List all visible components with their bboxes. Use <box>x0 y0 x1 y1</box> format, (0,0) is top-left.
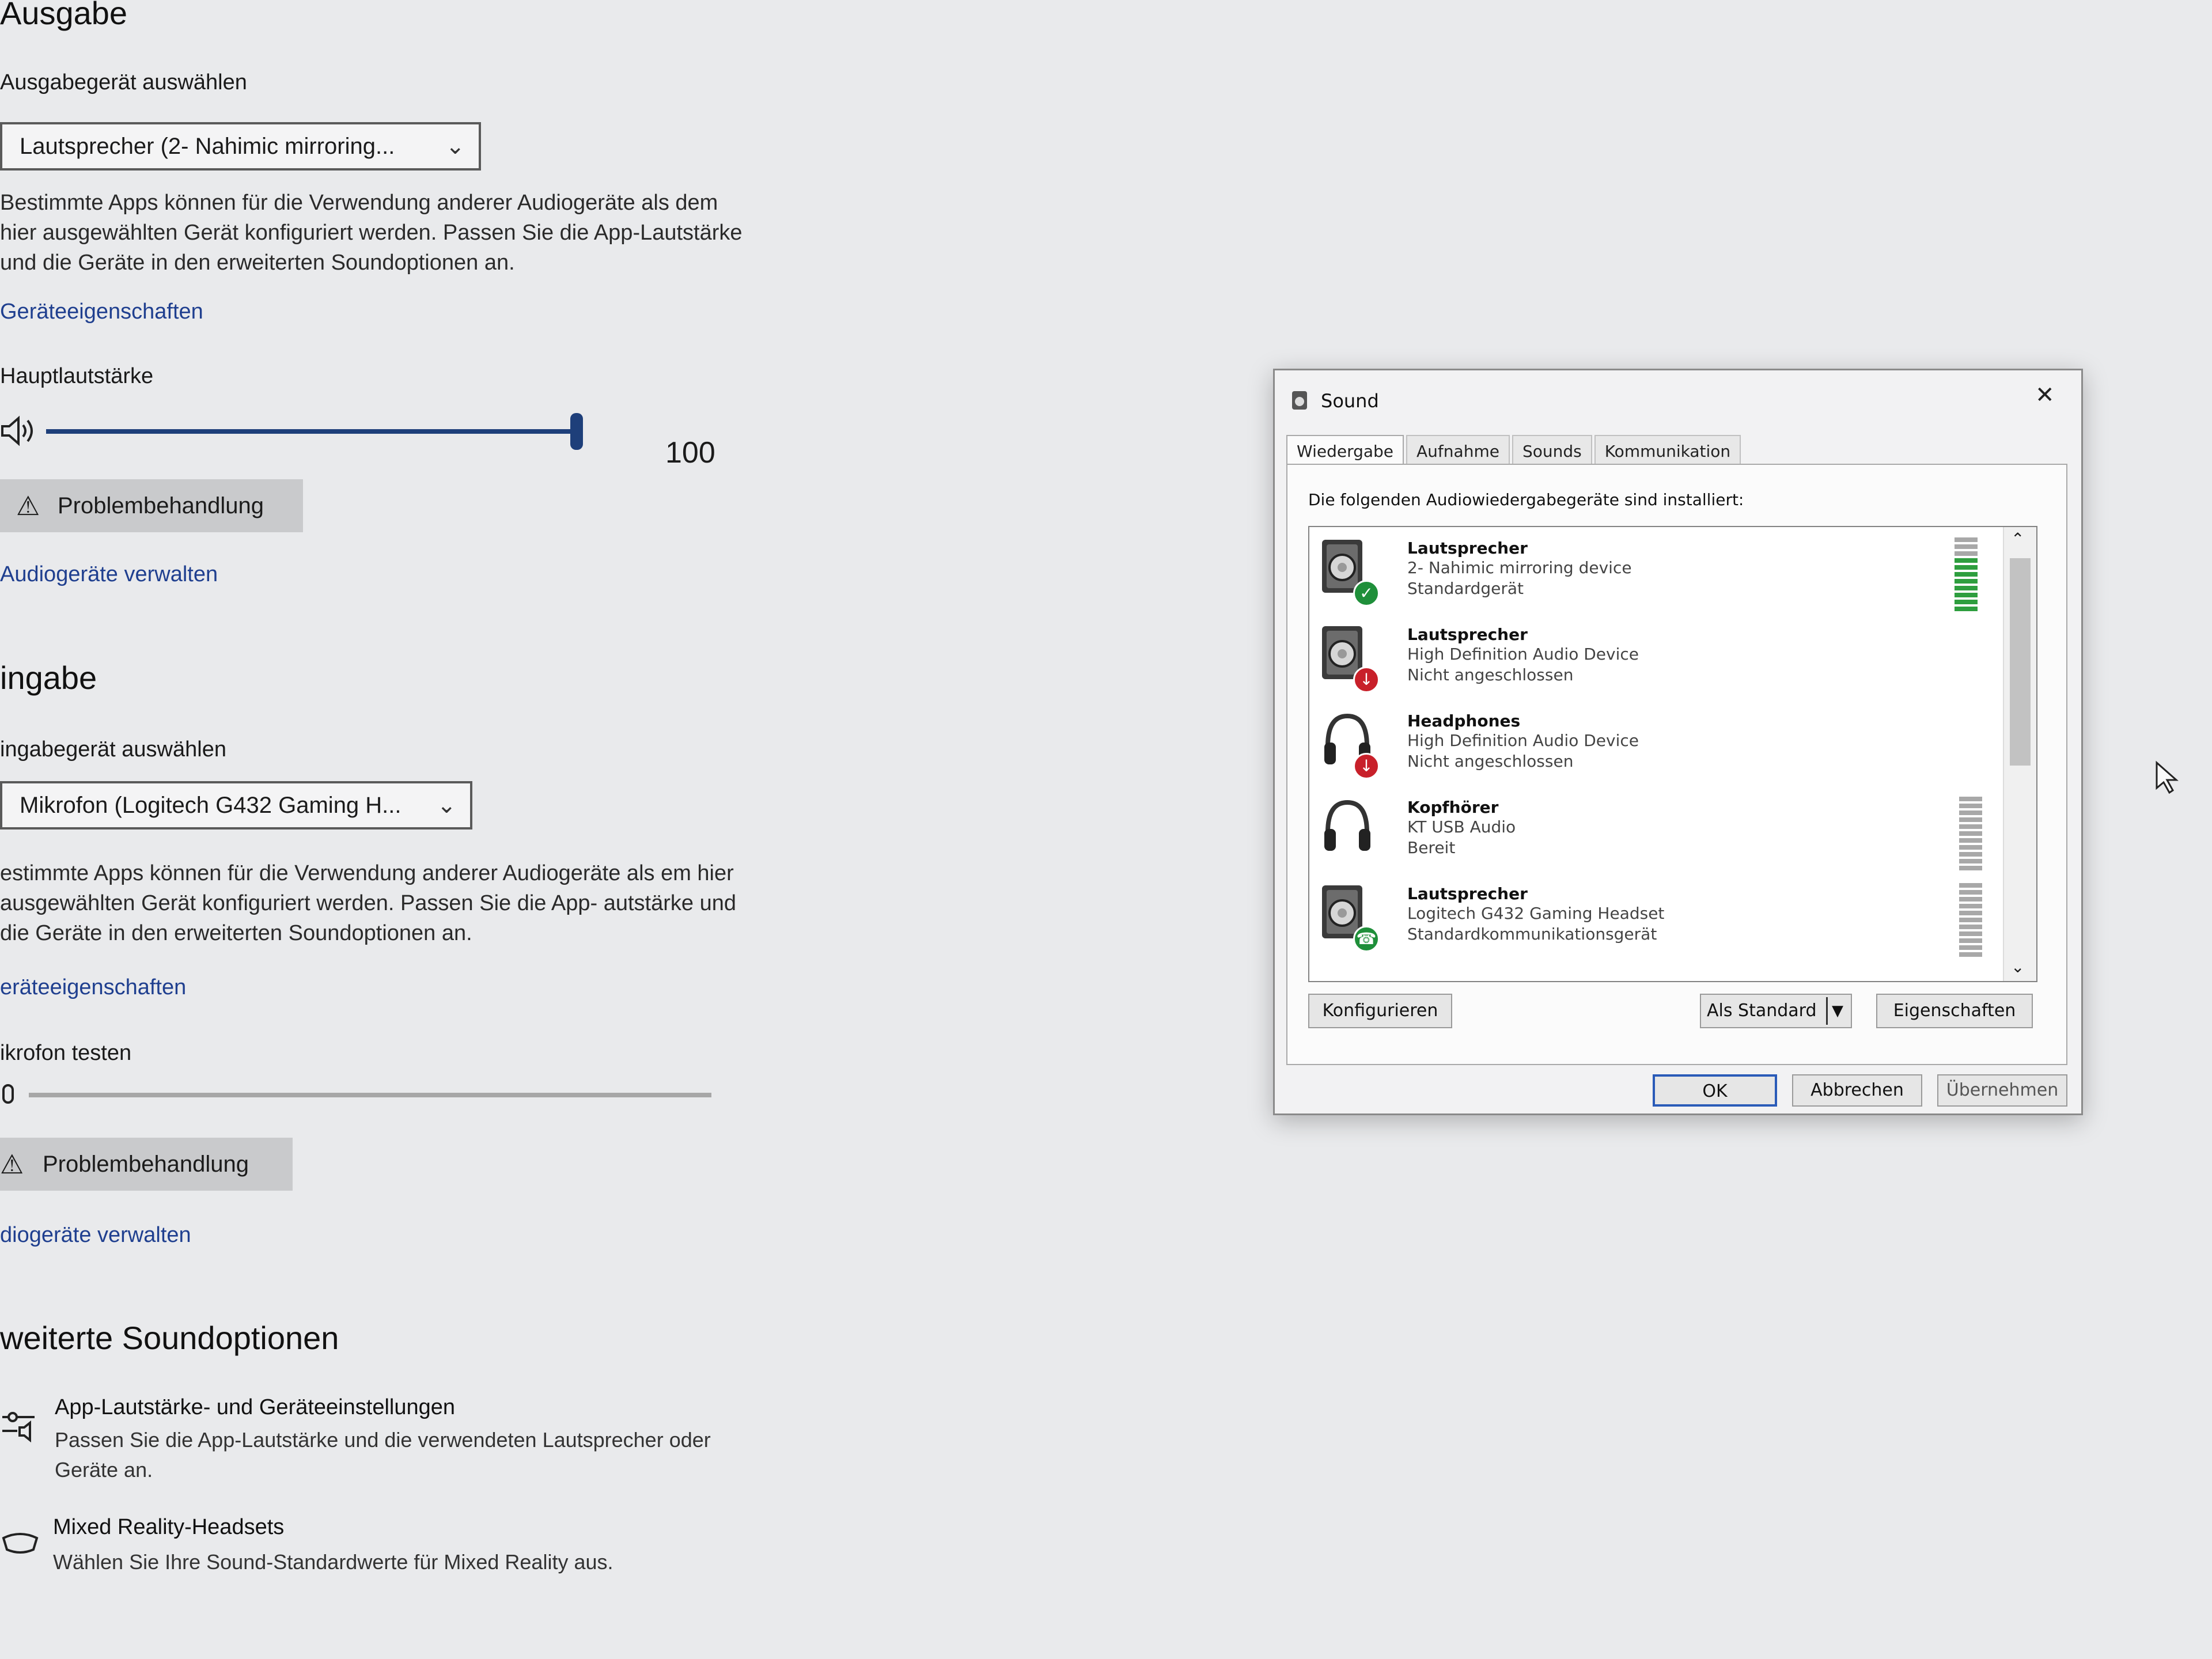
mixer-icon <box>0 1406 40 1452</box>
device-list-item[interactable]: ↓ Lautsprecher High Definition Audio Devic… <box>1309 613 2001 700</box>
communication-phone-badge: ☎ <box>1353 926 1380 952</box>
master-volume-fill <box>46 429 576 434</box>
warning-icon: ⚠ <box>16 491 40 521</box>
scroll-down-arrow-icon[interactable]: ⌄ <box>2011 957 2024 976</box>
volume-level-meter <box>1955 537 1978 613</box>
input-troubleshoot-button[interactable]: ⚠ Problembehandlung <box>0 1138 293 1191</box>
chevron-down-icon: ⌄ <box>437 793 456 818</box>
device-name: Lautsprecher <box>1407 625 1528 644</box>
input-device-dropdown[interactable]: Mikrofon (Logitech G432 Gaming H... ⌄ <box>0 781 472 830</box>
output-device-label: Ausgabegerät auswählen <box>0 70 247 94</box>
output-device-value: Lautsprecher (2- Nahimic mirroring... <box>20 134 395 159</box>
scrollbar-thumb[interactable] <box>2010 558 2031 766</box>
playback-device-list[interactable]: ✓ Lautsprecher 2- Nahimic mirroring device… <box>1308 526 2037 982</box>
configure-button[interactable]: Konfigurieren <box>1308 994 1452 1028</box>
app-volume-settings-description: Passen Sie die App-Lautstärke und die ve… <box>55 1428 711 1482</box>
tab-kommunikation[interactable]: Kommunikation <box>1594 435 1741 467</box>
apply-button[interactable]: Übernehmen <box>1937 1074 2067 1107</box>
output-description: Bestimmte Apps können für die Verwendung… <box>0 191 743 275</box>
chevron-down-icon: ⌄ <box>445 134 465 159</box>
speaker-app-icon <box>1290 389 1310 412</box>
dialog-title: Sound <box>1321 390 1379 412</box>
device-description: High Definition Audio Device <box>1407 645 1639 664</box>
device-status: Standardkommunikationsgerät <box>1407 925 1657 944</box>
device-status: Nicht angeschlossen <box>1407 665 1574 684</box>
master-volume-value: 100 <box>665 436 715 469</box>
device-description: KT USB Audio <box>1407 817 1516 836</box>
input-manage-devices-link[interactable]: diogeräte verwalten <box>0 1223 191 1248</box>
output-heading: Ausgabe <box>0 0 128 31</box>
volume-level-meter <box>1959 797 1982 873</box>
set-default-button[interactable]: Als Standard ▼ <box>1700 994 1852 1028</box>
mic-test-label: ikrofon testen <box>0 1041 132 1065</box>
device-text: Lautsprecher 2- Nahimic mirroring device S… <box>1407 539 1632 599</box>
disconnected-badge: ↓ <box>1353 753 1380 779</box>
device-list-item[interactable]: ☎ Lautsprecher Logitech G432 Gaming Headse… <box>1309 873 2001 959</box>
device-name: Kopfhörer <box>1407 798 1499 817</box>
output-device-properties-link[interactable]: Geräteeigenschaften <box>0 300 203 324</box>
device-properties-button[interactable]: Eigenschaften <box>1876 994 2033 1028</box>
device-name: Headphones <box>1407 711 1521 730</box>
master-volume-thumb[interactable] <box>570 413 583 450</box>
master-volume-label: Hauptlautstärke <box>0 364 154 388</box>
device-status: Standardgerät <box>1407 579 1524 598</box>
vr-headset-icon <box>0 1527 40 1561</box>
input-heading: ingabe <box>0 660 97 696</box>
playback-tab-panel: Die folgenden Audiowiedergabegeräte sind… <box>1286 464 2067 1065</box>
input-troubleshoot-label: Problembehandlung <box>43 1152 249 1177</box>
device-description: Logitech G432 Gaming Headset <box>1407 904 1665 923</box>
mixed-reality-description: Wählen Sie Ihre Sound-Standardwerte für … <box>53 1550 613 1574</box>
input-device-value: Mikrofon (Logitech G432 Gaming H... <box>20 793 402 818</box>
tab-bar: Wiedergabe Aufnahme Sounds Kommunikation <box>1286 435 1741 467</box>
volume-level-meter <box>1959 883 1982 959</box>
disconnected-badge: ↓ <box>1353 666 1380 693</box>
device-text: Lautsprecher High Definition Audio Device… <box>1407 625 1639 685</box>
microphone-icon <box>0 1083 17 1112</box>
tab-aufnahme[interactable]: Aufnahme <box>1406 435 1510 467</box>
mouse-cursor-icon <box>2154 760 2180 795</box>
device-text: Kopfhörer KT USB Audio Bereit <box>1407 798 1516 858</box>
mic-level-meter <box>29 1093 711 1097</box>
device-text: Lautsprecher Logitech G432 Gaming Headset… <box>1407 884 1664 945</box>
ok-button[interactable]: OK <box>1653 1074 1777 1107</box>
device-text: Headphones High Definition Audio Device Ni… <box>1407 711 1639 772</box>
app-volume-settings-link[interactable]: App-Lautstärke- und Geräteeinstellungen <box>55 1395 455 1420</box>
device-status: Bereit <box>1407 838 1456 857</box>
cancel-button[interactable]: Abbrechen <box>1792 1074 1922 1107</box>
device-list-item[interactable]: ↓ Headphones High Definition Audio Device N… <box>1309 700 2001 786</box>
output-manage-devices-link[interactable]: Audiogeräte verwalten <box>0 562 218 587</box>
mixed-reality-headsets-link[interactable]: Mixed Reality-Headsets <box>53 1515 284 1540</box>
scroll-up-arrow-icon[interactable]: ⌃ <box>2011 529 2024 548</box>
sound-dialog: Sound ✕ Wiedergabe Aufnahme Sounds Kommu… <box>1273 369 2083 1115</box>
device-list-scrollbar[interactable]: ⌃ ⌄ <box>2003 527 2036 981</box>
output-troubleshoot-label: Problembehandlung <box>58 493 264 518</box>
device-status: Nicht angeschlossen <box>1407 752 1574 771</box>
output-troubleshoot-button[interactable]: ⚠ Problembehandlung <box>0 479 303 532</box>
advanced-heading: weiterte Soundoptionen <box>0 1320 339 1356</box>
speaker-volume-icon[interactable] <box>0 414 40 448</box>
playback-intro-text: Die folgenden Audiowiedergabegeräte sind… <box>1308 490 1744 509</box>
output-device-dropdown[interactable]: Lautsprecher (2- Nahimic mirroring... ⌄ <box>0 122 481 171</box>
device-name: Lautsprecher <box>1407 884 1528 903</box>
device-list-item[interactable]: ✓ Lautsprecher 2- Nahimic mirroring device… <box>1309 527 2001 613</box>
device-description: High Definition Audio Device <box>1407 731 1639 750</box>
close-icon[interactable]: ✕ <box>2035 382 2055 408</box>
dropdown-arrow-icon[interactable]: ▼ <box>1826 997 1847 1025</box>
input-device-properties-link[interactable]: eräteeigenschaften <box>0 975 186 1000</box>
device-list-item[interactable]: Kopfhörer KT USB Audio Bereit <box>1309 786 2001 873</box>
tab-sounds[interactable]: Sounds <box>1512 435 1592 467</box>
headphones-icon <box>1320 796 1375 859</box>
device-description: 2- Nahimic mirroring device <box>1407 558 1632 577</box>
default-check-badge: ✓ <box>1353 580 1380 607</box>
device-name: Lautsprecher <box>1407 539 1528 558</box>
tab-wiedergabe[interactable]: Wiedergabe <box>1286 435 1404 467</box>
set-default-label: Als Standard <box>1707 1001 1817 1021</box>
input-description: estimmte Apps können für die Verwendung … <box>0 861 736 945</box>
warning-icon: ⚠ <box>0 1149 24 1179</box>
master-volume-track[interactable] <box>46 429 576 434</box>
input-device-label: ingabegerät auswählen <box>0 737 226 762</box>
